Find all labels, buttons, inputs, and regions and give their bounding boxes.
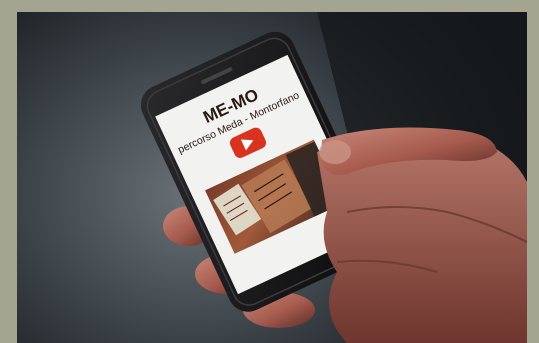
photo-scene: ME-MO percorso Meda - Montorfano — [140, 12, 527, 343]
photograph: ME-MO percorso Meda - Montorfano — [17, 12, 527, 343]
thumb-tip — [319, 140, 351, 164]
photo-frame: ME-MO percorso Meda - Montorfano — [0, 0, 539, 343]
